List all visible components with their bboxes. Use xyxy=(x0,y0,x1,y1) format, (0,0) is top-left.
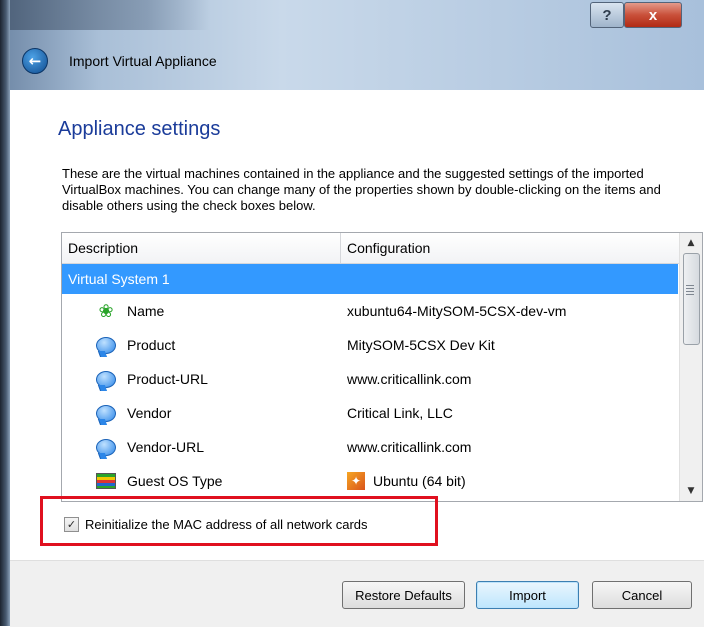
background-blur xyxy=(0,0,210,30)
row-label: Product xyxy=(127,337,176,353)
row-value: Ubuntu (64 bit) xyxy=(373,473,466,489)
scroll-up-arrow-icon[interactable]: ▲ xyxy=(680,233,702,253)
table-row[interactable]: Vendor-URL www.criticallink.com xyxy=(62,430,678,464)
table-row[interactable]: ❀ Name xubuntu64-MitySOM-5CSX-dev-vm xyxy=(62,294,678,328)
info-bubble-icon xyxy=(96,437,116,457)
window-title: Import Virtual Appliance xyxy=(69,53,217,69)
info-bubble-icon xyxy=(96,369,116,389)
row-value: Critical Link, LLC xyxy=(347,405,453,421)
help-button[interactable]: ? xyxy=(590,2,624,28)
close-button[interactable]: x xyxy=(624,2,682,28)
group-row-virtual-system[interactable]: Virtual System 1 xyxy=(62,264,678,294)
table-row[interactable]: Product-URL www.criticallink.com xyxy=(62,362,678,396)
info-bubble-icon xyxy=(96,335,116,355)
restore-defaults-button[interactable]: Restore Defaults xyxy=(342,581,465,609)
button-bar: Restore Defaults Import Cancel xyxy=(10,560,704,627)
row-label: Vendor-URL xyxy=(127,439,205,455)
page-title: Appliance settings xyxy=(58,118,221,140)
info-bubble-icon xyxy=(96,403,116,423)
table-row[interactable]: Product MitySOM-5CSX Dev Kit xyxy=(62,328,678,362)
row-value: xubuntu64-MitySOM-5CSX-dev-vm xyxy=(347,303,567,319)
reinit-mac-option[interactable]: ✓ Reinitialize the MAC address of all ne… xyxy=(64,517,368,532)
group-label: Virtual System 1 xyxy=(68,271,170,287)
scrollbar-thumb[interactable] xyxy=(683,253,700,345)
column-header-description[interactable]: Description xyxy=(62,233,341,263)
row-value: www.criticallink.com xyxy=(347,439,472,455)
dialog-client-area: Appliance settings These are the virtual… xyxy=(10,90,704,627)
import-button[interactable]: Import xyxy=(476,581,579,609)
row-label: Vendor xyxy=(127,405,172,421)
name-icon: ❀ xyxy=(98,300,114,321)
row-label: Product-URL xyxy=(127,371,208,387)
ubuntu-icon: ✦ xyxy=(347,472,365,490)
row-value: MitySOM-5CSX Dev Kit xyxy=(347,337,495,353)
vertical-scrollbar[interactable]: ▲ ▼ xyxy=(679,233,702,501)
table-row[interactable]: Vendor Critical Link, LLC xyxy=(62,396,678,430)
reinit-mac-checkbox[interactable]: ✓ xyxy=(64,517,79,532)
table-row[interactable]: Guest OS Type ✦ Ubuntu (64 bit) xyxy=(62,464,678,498)
window-left-edge xyxy=(0,0,10,626)
os-type-icon xyxy=(96,471,116,491)
page-description: These are the virtual machines contained… xyxy=(62,166,661,213)
wizard-header: ← Import Virtual Appliance xyxy=(22,48,217,74)
row-value: www.criticallink.com xyxy=(347,371,472,387)
row-label: Name xyxy=(127,303,165,319)
table-rows: Virtual System 1 ❀ Name xubuntu64-MitySO… xyxy=(62,264,678,498)
row-label: Guest OS Type xyxy=(127,473,223,489)
appliance-settings-table[interactable]: Description Configuration Virtual System… xyxy=(61,232,703,502)
cancel-button[interactable]: Cancel xyxy=(592,581,692,609)
table-header: Description Configuration xyxy=(62,233,702,264)
column-header-configuration[interactable]: Configuration xyxy=(341,233,702,263)
scrollbar-grip-icon xyxy=(686,285,694,297)
reinit-mac-label[interactable]: Reinitialize the MAC address of all netw… xyxy=(85,517,368,532)
back-arrow-icon[interactable]: ← xyxy=(22,48,48,74)
scroll-down-arrow-icon[interactable]: ▼ xyxy=(680,481,702,501)
